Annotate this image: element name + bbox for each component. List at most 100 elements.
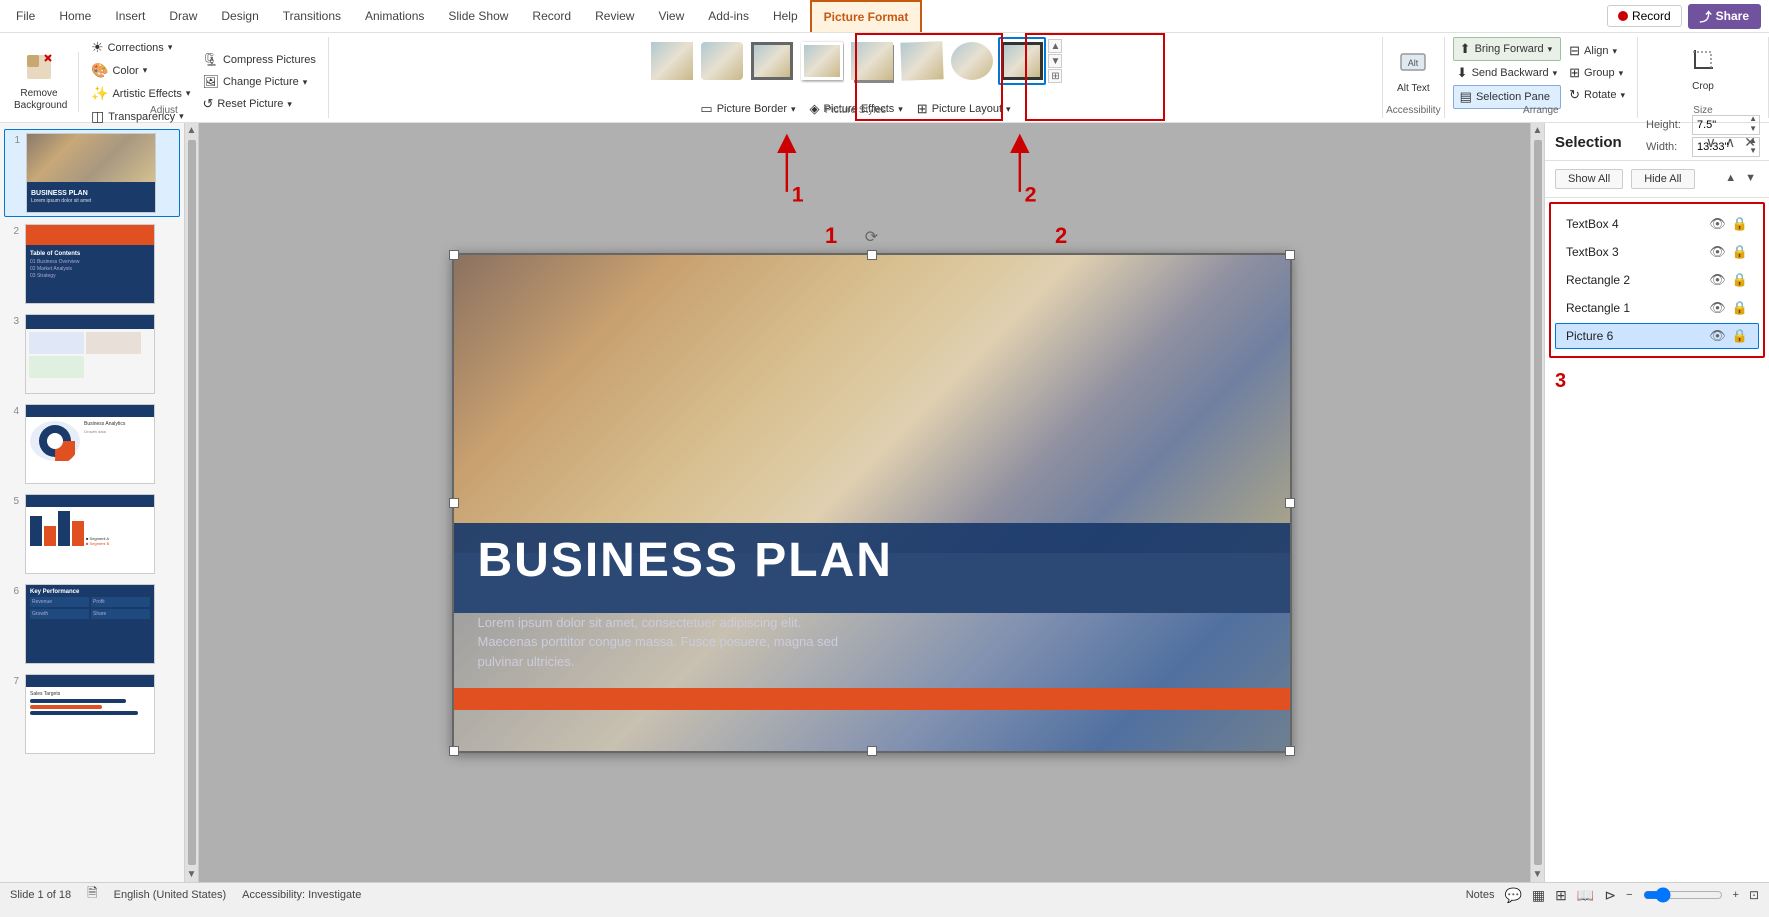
slide-sorter-icon[interactable]: ⊞ — [1555, 887, 1567, 904]
picture-style-6[interactable] — [898, 37, 946, 85]
handle-top-center[interactable] — [867, 250, 877, 260]
rotate-handle[interactable]: ⟳ — [862, 227, 882, 247]
sel-sort-down[interactable]: ▼ — [1742, 169, 1759, 189]
slide-thumb-6[interactable]: 6 Key Performance Revenue Profit Growth … — [4, 581, 180, 667]
picture-style-7[interactable] — [948, 37, 996, 85]
tab-review[interactable]: Review — [583, 0, 646, 32]
slide-thumb-4[interactable]: 4 Business Analytics Growth data — [4, 401, 180, 487]
handle-bottom-left[interactable] — [449, 746, 459, 756]
tab-draw[interactable]: Draw — [157, 0, 209, 32]
share-button[interactable]: ⤴ Share — [1688, 4, 1761, 29]
tab-home[interactable]: Home — [47, 0, 103, 32]
handle-bottom-center[interactable] — [867, 746, 877, 756]
comments-icon[interactable]: 💬 — [1504, 887, 1521, 904]
sel-lock-icon-0[interactable]: 🔒 — [1732, 216, 1748, 232]
v-scroll-thumb[interactable] — [188, 140, 196, 865]
tab-record[interactable]: Record — [520, 0, 583, 32]
sel-eye-icon-0[interactable]: 👁 — [1709, 216, 1726, 232]
slideshow-icon[interactable]: ⊳ — [1604, 887, 1616, 904]
s7-bars — [30, 699, 150, 715]
rscroll-up[interactable]: ▲ — [1531, 123, 1544, 138]
slide-thumb-5[interactable]: 5 ■ Segment A ■ Segment B — [4, 491, 180, 577]
sel-lock-icon-3[interactable]: 🔒 — [1732, 300, 1748, 316]
tab-addins[interactable]: Add-ins — [696, 0, 761, 32]
zoom-slider[interactable] — [1643, 887, 1723, 903]
tab-help[interactable]: Help — [761, 0, 810, 32]
handle-middle-right[interactable] — [1285, 498, 1295, 508]
gallery-scroll-more[interactable]: ⊞ — [1048, 69, 1062, 83]
sel-lock-icon-4[interactable]: 🔒 — [1732, 328, 1748, 344]
crop-button[interactable]: Crop — [1681, 37, 1725, 101]
record-button[interactable]: Record — [1607, 5, 1682, 27]
hide-all-button[interactable]: Hide All — [1631, 169, 1694, 189]
alt-text-button[interactable]: Alt Alt Text — [1391, 39, 1436, 103]
sel-eye-icon-3[interactable]: 👁 — [1709, 300, 1726, 316]
normal-view-icon[interactable]: ▦ — [1532, 887, 1545, 904]
tab-picture-format[interactable]: Picture Format — [810, 0, 923, 32]
tab-insert[interactable]: Insert — [103, 0, 157, 32]
zoom-in-icon[interactable]: + — [1733, 889, 1739, 901]
picture-style-5[interactable] — [848, 37, 896, 85]
tab-design[interactable]: Design — [209, 0, 270, 32]
rv-scroll-thumb[interactable] — [1534, 140, 1542, 865]
sel-lock-icon-2[interactable]: 🔒 — [1732, 272, 1748, 288]
handle-middle-left[interactable] — [449, 498, 459, 508]
zoom-fit-icon[interactable]: ⊡ — [1749, 888, 1759, 902]
picture-style-8-selected[interactable] — [998, 37, 1046, 85]
notes-button[interactable]: Notes — [1466, 889, 1495, 901]
sel-item-rect2[interactable]: Rectangle 2 👁 🔒 — [1555, 267, 1759, 293]
picture-style-1[interactable] — [648, 37, 696, 85]
reading-view-icon[interactable]: 📖 — [1577, 887, 1594, 904]
artistic-effects-button[interactable]: ✨ Artistic Effects ▾ — [87, 83, 194, 104]
show-all-button[interactable]: Show All — [1555, 169, 1623, 189]
picture-layout-button[interactable]: ⊞ Picture Layout ▾ — [913, 99, 1015, 119]
reset-picture-button[interactable]: ↺ Reset Picture ▾ — [198, 94, 319, 114]
height-input[interactable]: 7.5" ▲ ▼ — [1692, 115, 1760, 135]
sel-lock-icon-1[interactable]: 🔒 — [1732, 244, 1748, 260]
handle-top-right[interactable] — [1285, 250, 1295, 260]
bring-forward-button[interactable]: ⬆ Bring Forward ▾ — [1453, 37, 1561, 61]
color-button[interactable]: 🎨 Color ▾ — [87, 60, 194, 81]
rotate-button[interactable]: ↻ Rotate ▾ — [1565, 85, 1629, 105]
remove-background-button[interactable]: Remove Background — [8, 50, 70, 114]
sel-item-picture6[interactable]: Picture 6 👁 🔒 — [1555, 323, 1759, 349]
sel-item-textbox3[interactable]: TextBox 3 👁 🔒 — [1555, 239, 1759, 265]
slide-thumb-3[interactable]: 3 — [4, 311, 180, 397]
tab-file[interactable]: File — [4, 0, 47, 32]
picture-style-4[interactable] — [798, 37, 846, 85]
group-button[interactable]: ⊞ Group ▾ — [1565, 63, 1629, 83]
tab-transitions[interactable]: Transitions — [271, 0, 353, 32]
picture-border-button[interactable]: ▭ Picture Border ▾ — [696, 99, 799, 119]
corrections-button[interactable]: ☀ Corrections ▾ — [87, 37, 194, 58]
sel-sort-up[interactable]: ▲ — [1722, 169, 1739, 189]
send-backward-button[interactable]: ⬇ Send Backward ▾ — [1453, 63, 1561, 83]
handle-bottom-right[interactable] — [1285, 746, 1295, 756]
tab-view[interactable]: View — [646, 0, 696, 32]
compress-pictures-button[interactable]: 🗜 Compress Pictures — [198, 50, 319, 70]
scroll-down-btn[interactable]: ▼ — [185, 867, 198, 882]
align-button[interactable]: ⊟ Align ▾ — [1565, 41, 1629, 61]
width-spin-down[interactable]: ▼ — [1749, 147, 1757, 157]
sel-eye-icon-2[interactable]: 👁 — [1709, 272, 1726, 288]
tab-animations[interactable]: Animations — [353, 0, 436, 32]
width-input[interactable]: 13.33" ▲ ▼ — [1692, 137, 1760, 157]
sel-item-textbox4[interactable]: TextBox 4 👁 🔒 — [1555, 211, 1759, 237]
tab-slideshow[interactable]: Slide Show — [436, 0, 520, 32]
sel-eye-icon-4[interactable]: 👁 — [1709, 328, 1726, 344]
sel-item-rect1[interactable]: Rectangle 1 👁 🔒 — [1555, 295, 1759, 321]
slide-thumb-2[interactable]: 2 Table of Contents 01 Business Overview… — [4, 221, 180, 307]
picture-style-2[interactable] — [698, 37, 746, 85]
change-picture-button[interactable]: 🖼 Change Picture ▾ — [198, 72, 319, 92]
gallery-scroll-down[interactable]: ▼ — [1048, 54, 1062, 68]
transparency-button[interactable]: ◫ Transparency ▾ — [87, 106, 194, 127]
zoom-out-icon[interactable]: − — [1626, 889, 1632, 901]
slide-thumb-7[interactable]: 7 Sales Targets — [4, 671, 180, 757]
handle-top-left[interactable] — [449, 250, 459, 260]
sel-eye-icon-1[interactable]: 👁 — [1709, 244, 1726, 260]
picture-style-3[interactable] — [748, 37, 796, 85]
slide-thumb-1[interactable]: 1 BUSINESS PLAN Lorem ipsum dolor sit am… — [4, 129, 180, 217]
scroll-up-btn[interactable]: ▲ — [185, 123, 198, 138]
gallery-scroll-up[interactable]: ▲ — [1048, 39, 1062, 53]
height-spin-down[interactable]: ▼ — [1749, 125, 1757, 135]
rscroll-down[interactable]: ▼ — [1531, 867, 1544, 882]
